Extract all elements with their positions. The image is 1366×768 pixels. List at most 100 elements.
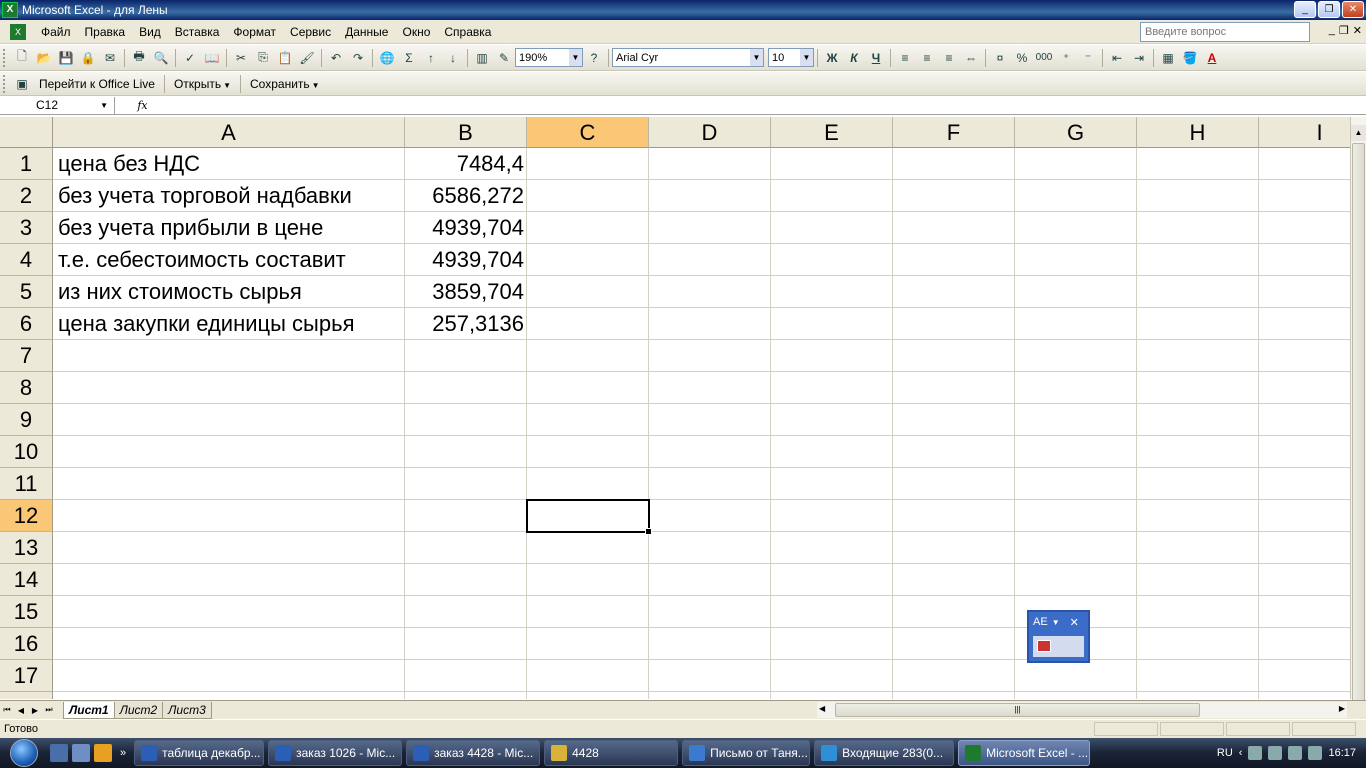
taskbar-button[interactable]: 4428 (544, 740, 679, 766)
help-icon[interactable]: ? (584, 48, 604, 68)
redo-icon[interactable]: ↷ (348, 48, 368, 68)
prev-sheet-icon[interactable]: ◀ (14, 706, 28, 715)
row-header-12[interactable]: 12 (0, 500, 53, 532)
column-header-i[interactable]: I (1259, 117, 1350, 148)
currency-icon[interactable]: ¤ (990, 48, 1010, 68)
thousands-button[interactable]: 000 (1034, 48, 1054, 68)
chevron-down-icon[interactable]: ▼ (1052, 618, 1060, 627)
row-header-16[interactable]: 16 (0, 628, 53, 660)
taskbar-button[interactable]: Письмо от Таня... (682, 740, 811, 766)
cell-a6[interactable]: цена закупки единицы сырья (58, 308, 354, 340)
row-header-1[interactable]: 1 (0, 148, 53, 180)
menu-help[interactable]: Справка (437, 25, 498, 39)
paste-icon[interactable]: 📋 (275, 48, 295, 68)
menu-file[interactable]: Файл (34, 25, 78, 39)
close-icon[interactable]: ✕ (1070, 616, 1079, 629)
taskbar-button[interactable]: заказ 1026 - Mic... (268, 740, 403, 766)
zoom-select[interactable]: 190% ▼ (515, 48, 583, 67)
horizontal-scroll-thumb[interactable]: ||| (835, 703, 1200, 717)
underline-button[interactable]: Ч (866, 48, 886, 68)
fill-color-icon[interactable]: 🪣 (1180, 48, 1200, 68)
horizontal-scrollbar[interactable]: ◀ ||| ▶ (817, 702, 1347, 718)
taskbar-button[interactable]: Входящие 283(0... (814, 740, 955, 766)
tray-icon[interactable] (1248, 746, 1263, 760)
chevron-down-icon[interactable]: ▼ (100, 97, 108, 114)
hyperlink-icon[interactable]: 🌐 (377, 48, 397, 68)
sheet-tab-2[interactable]: Лист2 (113, 701, 164, 719)
menu-format[interactable]: Формат (226, 25, 283, 39)
font-name-select[interactable]: Arial Cyr ▼ (612, 48, 764, 67)
document-icon[interactable]: X (10, 23, 26, 40)
percent-button[interactable]: % (1012, 48, 1032, 68)
next-sheet-icon[interactable]: ▶ (28, 706, 42, 715)
menu-edit[interactable]: Правка (78, 25, 133, 39)
cell-b2[interactable]: 6586,272 (406, 180, 524, 212)
language-indicator[interactable]: RU (1217, 747, 1233, 759)
restore-button[interactable]: ❐ (1318, 1, 1340, 18)
decrease-indent-icon[interactable]: ⇤ (1107, 48, 1127, 68)
row-header-4[interactable]: 4 (0, 244, 53, 276)
row-header-10[interactable]: 10 (0, 436, 53, 468)
chevron-down-icon[interactable]: ▼ (800, 49, 813, 66)
undo-icon[interactable]: ↶ (326, 48, 346, 68)
cell-a2[interactable]: без учета торговой надбавки (58, 180, 352, 212)
autosum-icon[interactable]: Σ (399, 48, 419, 68)
chart-wizard-icon[interactable]: ▥ (472, 48, 492, 68)
email-icon[interactable]: ✉ (100, 48, 120, 68)
close-button[interactable]: ✕ (1342, 1, 1364, 18)
menu-tools[interactable]: Сервис (283, 25, 338, 39)
scroll-right-icon[interactable]: ▶ (1339, 704, 1345, 713)
cell-a4[interactable]: т.е. себестоимость составит (58, 244, 346, 276)
merge-center-icon[interactable]: ⇔ (961, 48, 981, 68)
row-header-13[interactable]: 13 (0, 532, 53, 564)
permission-icon[interactable]: 🔒 (78, 48, 98, 68)
cell-b6[interactable]: 257,3136 (406, 308, 524, 340)
open-icon[interactable]: 📂 (34, 48, 54, 68)
bold-button[interactable]: Ж (822, 48, 842, 68)
save-menu-button[interactable]: Сохранить ▼ (244, 74, 326, 94)
column-header-e[interactable]: E (771, 117, 893, 148)
spelling-icon[interactable]: ✓ (180, 48, 200, 68)
toolbar-grip[interactable] (3, 74, 7, 93)
excel-app-icon[interactable]: X (2, 2, 18, 18)
vertical-scrollbar[interactable]: ▲ (1350, 117, 1366, 719)
column-header-a[interactable]: A (53, 117, 405, 148)
save-icon[interactable]: 💾 (56, 48, 76, 68)
menu-insert[interactable]: Вставка (168, 25, 227, 39)
quicklaunch-more-icon[interactable]: » (120, 747, 126, 759)
row-header-2[interactable]: 2 (0, 180, 53, 212)
floating-toolbar[interactable]: AE ▼ ✕ (1027, 610, 1090, 663)
last-sheet-icon[interactable]: ⏭ (42, 705, 56, 715)
copy-icon[interactable]: ⎘ (253, 48, 273, 68)
open-menu-button[interactable]: Открыть ▼ (168, 74, 237, 94)
cell-b4[interactable]: 4939,704 (406, 244, 524, 276)
font-color-button[interactable]: A (1202, 48, 1222, 68)
row-header-3[interactable]: 3 (0, 212, 53, 244)
cut-icon[interactable]: ✂ (231, 48, 251, 68)
chevron-down-icon[interactable]: ▼ (569, 49, 582, 66)
font-size-select[interactable]: 10 ▼ (768, 48, 814, 67)
borders-icon[interactable]: ▦ (1158, 48, 1178, 68)
row-header-5[interactable]: 5 (0, 276, 53, 308)
start-button[interactable] (0, 738, 48, 768)
chevron-down-icon[interactable]: ▼ (750, 49, 763, 66)
tray-expand-icon[interactable]: ‹ (1239, 747, 1243, 759)
scroll-left-icon[interactable]: ◀ (819, 704, 825, 713)
new-icon[interactable]: 🗋 (12, 48, 32, 68)
row-header-9[interactable]: 9 (0, 404, 53, 436)
cell-b1[interactable]: 7484,4 (406, 148, 524, 180)
row-header-6[interactable]: 6 (0, 308, 53, 340)
goto-office-live-button[interactable]: Перейти к Office Live (33, 74, 161, 94)
increase-decimal-icon[interactable]: ⁺ (1056, 48, 1076, 68)
insert-function-icon[interactable]: fx (115, 99, 170, 112)
question-input[interactable]: Введите вопрос (1140, 22, 1310, 42)
column-header-b[interactable]: B (405, 117, 527, 148)
acrobat-icon[interactable] (1037, 640, 1051, 652)
show-desktop-icon[interactable] (50, 744, 68, 762)
decrease-decimal-icon[interactable]: ⁻ (1078, 48, 1098, 68)
doc-restore-button[interactable]: ❐ (1339, 24, 1349, 37)
doc-minimize-button[interactable]: _ (1329, 24, 1335, 37)
selected-cell-c12[interactable] (526, 499, 652, 535)
menu-data[interactable]: Данные (338, 25, 395, 39)
formula-input[interactable] (170, 97, 1366, 114)
